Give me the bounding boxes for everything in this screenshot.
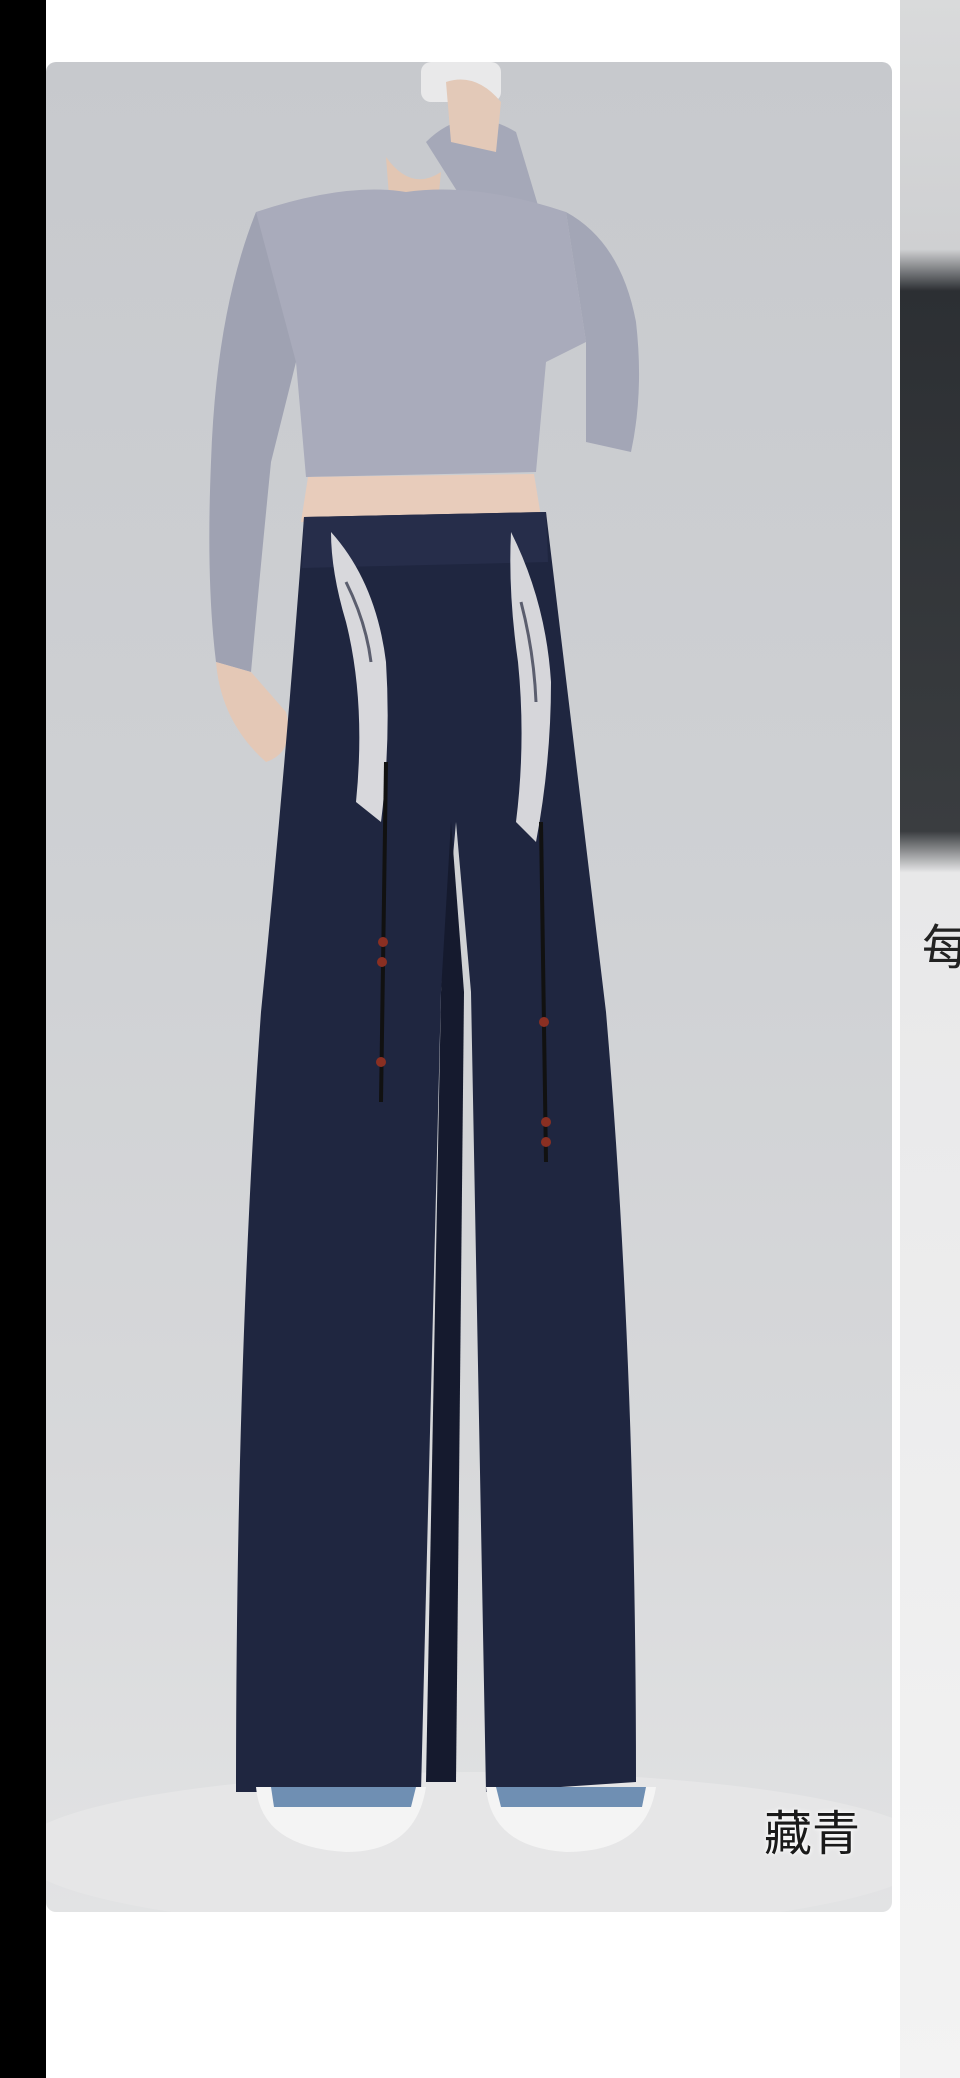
- color-variant-label: 藏青: [763, 1806, 860, 1862]
- card-footer-area: [46, 1912, 900, 2078]
- card-title: [236, 0, 796, 24]
- left-black-bar: [0, 0, 46, 2078]
- model-illustration: [46, 62, 892, 1912]
- product-photo[interactable]: 藏青: [46, 62, 892, 1912]
- next-card-peek[interactable]: 每: [900, 0, 960, 2078]
- next-card-peek-text: 每: [922, 920, 960, 976]
